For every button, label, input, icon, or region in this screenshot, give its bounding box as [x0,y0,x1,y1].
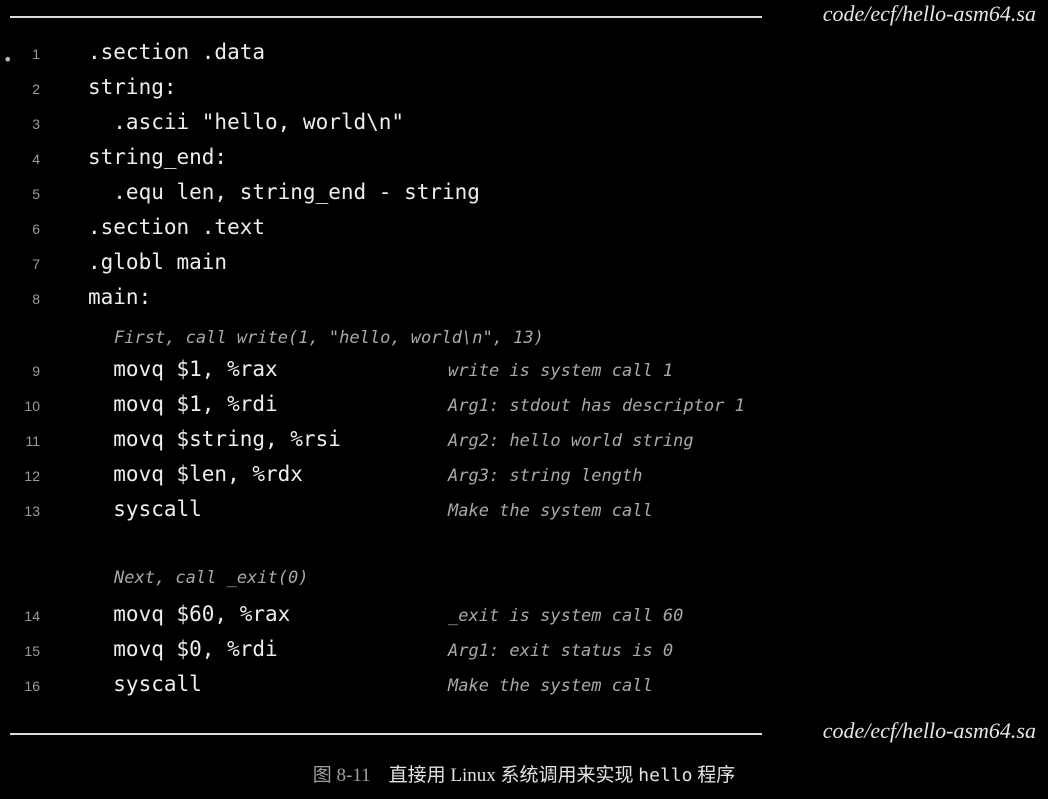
code-comment: Make the system call [448,501,653,521]
code-text: .section .text [88,215,266,239]
code-text: movq $1, %rax [88,357,278,381]
code-text: .globl main [88,250,228,274]
code-line: 3 .ascii "hello, world\n" [0,108,1048,140]
line-number: 10 [24,398,40,414]
code-text: main: [88,285,152,309]
filename-bottom: code/ecf/hello-asm64.sa [822,718,1036,743]
code-line: 10 movq $1, %rdi Arg1: stdout has descrip… [0,390,1048,422]
figure-number: 图 8-11 [312,765,371,786]
code-line: 6 .section .text [0,213,1048,245]
line-number: 1 [32,46,40,62]
code-text: movq $60, %rax [88,602,291,626]
line-number: 11 [25,433,40,449]
line-number: 7 [32,256,40,272]
line-number: 15 [24,643,40,659]
code-line: 7 .globl main [0,248,1048,280]
caption-text-after: 程序 [692,765,736,786]
code-text: .section .data [88,40,266,64]
code-line: 16 syscall Make the system call [0,670,1048,702]
code-line: 15 movq $0, %rdi Arg1: exit status is 0 [0,635,1048,667]
code-text: .equ len, string_end - string [88,180,480,204]
code-comment: Arg2: hello world string [448,431,694,451]
code-comment: Arg3: string length [448,466,643,486]
code-text: movq $0, %rdi [88,637,278,661]
top-rule [10,16,762,18]
code-line: 4 string_end: [0,143,1048,175]
code-text: .ascii "hello, world\n" [88,110,405,134]
line-number: 9 [32,363,40,379]
line-number: 4 [32,151,40,167]
code-line: 12 movq $len, %rdx Arg3: string length [0,460,1048,492]
comment-first-call: First, call write(1, "hello, world\n", 1… [114,328,544,348]
code-line: 9 movq $1, %rax write is system call 1 [0,355,1048,387]
code-line: 13 syscall Make the system call [0,495,1048,527]
code-comment: Arg1: exit status is 0 [448,641,674,661]
code-text: movq $len, %rdx [88,462,303,486]
code-comment: Arg1: stdout has descriptor 1 [448,396,745,416]
code-comment: write is system call 1 [448,361,674,381]
line-number: 2 [32,81,40,97]
code-comment: Make the system call [448,676,653,696]
line-number: 12 [24,468,40,484]
line-number: 16 [24,678,40,694]
code-text: syscall [88,672,202,696]
line-number: 6 [32,221,40,237]
code-text: string: [88,75,177,99]
code-line: 14 movq $60, %rax _exit is system call 60 [0,600,1048,632]
line-number: 13 [24,503,40,519]
code-line: 2 string: [0,73,1048,105]
code-line: 11 movq $string, %rsi Arg2: hello world s… [0,425,1048,457]
line-number: 8 [32,291,40,307]
comment-next-call: Next, call _exit(0) [114,568,309,588]
code-text: movq $1, %rdi [88,392,278,416]
code-text: syscall [88,497,202,521]
figure-caption: 图 8-11 直接用 Linux 系统调用来实现 hello 程序 [0,760,1048,787]
line-number: 3 [32,116,40,132]
code-comment: _exit is system call 60 [448,606,684,626]
code-line: 8 main: [0,283,1048,315]
bottom-rule [10,733,762,735]
code-text: movq $string, %rsi [88,427,341,451]
code-line: 5 .equ len, string_end - string [0,178,1048,210]
line-number: 14 [24,608,40,624]
line-number: 5 [32,186,40,202]
code-text: string_end: [88,145,228,169]
filename-top: code/ecf/hello-asm64.sa [822,1,1036,26]
caption-text-before: 直接用 Linux 系统调用来实现 [388,765,639,786]
code-line: 1 .section .data [0,38,1048,70]
caption-code: hello [638,765,693,786]
